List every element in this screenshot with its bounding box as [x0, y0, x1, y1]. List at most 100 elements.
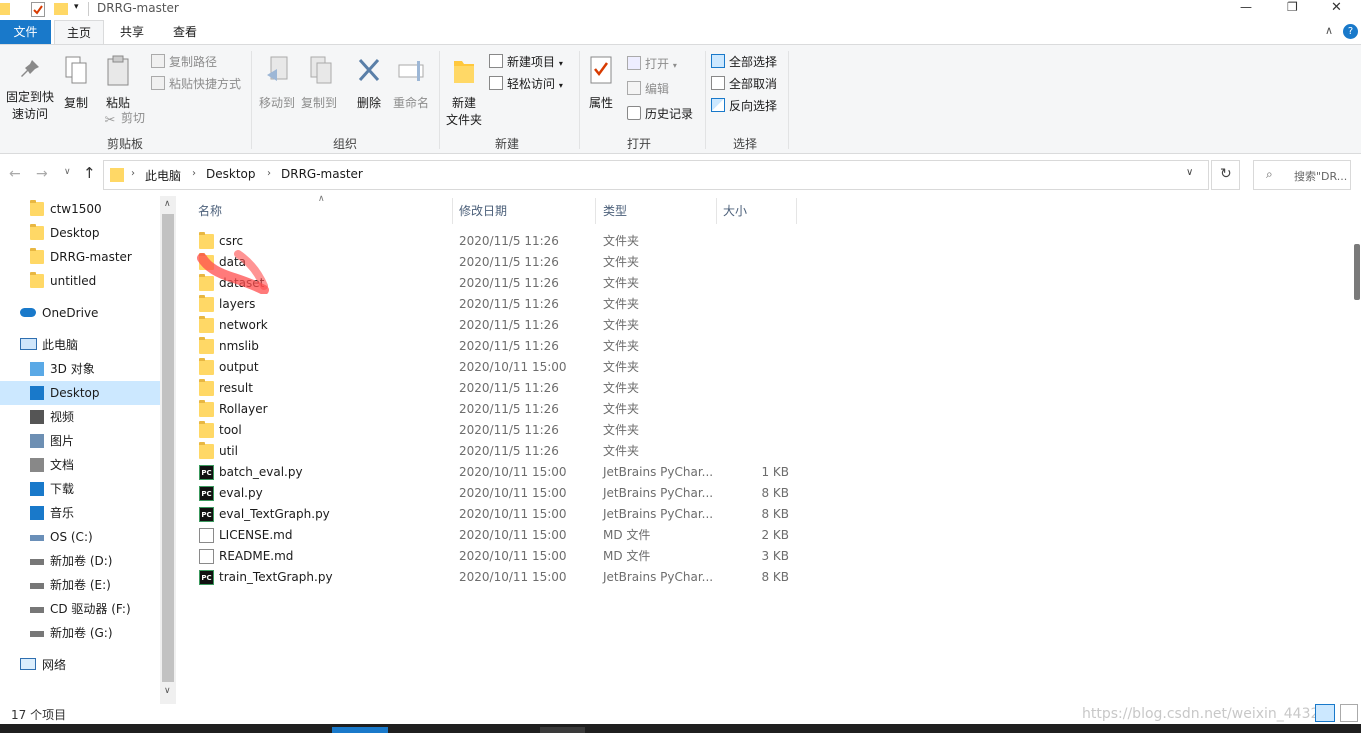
file-row[interactable]: data 2020/11/5 11:26 文件夹	[196, 252, 796, 273]
quick-properties-icon[interactable]	[31, 2, 45, 17]
file-row[interactable]: tool 2020/11/5 11:26 文件夹	[196, 420, 796, 441]
nav-item-3d-objects[interactable]: 3D 对象	[0, 357, 160, 381]
properties-button[interactable]: 属性	[584, 51, 618, 121]
nav-scroll-thumb[interactable]	[162, 214, 174, 682]
column-separator[interactable]	[716, 198, 717, 224]
quick-new-folder-icon[interactable]	[54, 3, 68, 15]
minimize-button[interactable]: —	[1240, 0, 1252, 14]
content-scroll-thumb[interactable]	[1354, 244, 1360, 300]
copy-path-button[interactable]: 复制路径	[151, 52, 217, 72]
collapse-ribbon-icon[interactable]: ∧	[1325, 24, 1333, 37]
nav-item-drive[interactable]: 新加卷 (G:)	[0, 621, 160, 645]
file-row[interactable]: LICENSE.md 2020/10/11 15:00 MD 文件 2 KB	[196, 525, 796, 546]
column-header-size[interactable]: 大小	[723, 200, 793, 222]
paste-button[interactable]: 粘贴	[100, 51, 136, 111]
nav-scrollbar[interactable]: ∧ ∨	[160, 196, 176, 704]
details-view-icon[interactable]	[1315, 704, 1335, 722]
nav-item-documents[interactable]: 文档	[0, 453, 160, 477]
column-header-name[interactable]: 名称	[198, 200, 448, 222]
close-button[interactable]: ✕	[1331, 0, 1342, 15]
nav-item-onedrive[interactable]: OneDrive	[0, 301, 160, 325]
edit-button[interactable]: 编辑	[627, 79, 669, 99]
large-icons-view-icon[interactable]	[1340, 704, 1358, 722]
paste-shortcut-button[interactable]: 粘贴快捷方式	[151, 74, 241, 94]
file-row[interactable]: network 2020/11/5 11:26 文件夹	[196, 315, 796, 336]
file-row[interactable]: PC eval_TextGraph.py 2020/10/11 15:00 JetBr…	[196, 504, 796, 525]
file-type: 文件夹	[603, 360, 640, 374]
invert-selection-button[interactable]: 反向选择	[711, 96, 777, 116]
column-separator[interactable]	[595, 198, 596, 224]
tab-file[interactable]: 文件	[0, 20, 51, 44]
nav-item-desktop[interactable]: Desktop	[0, 381, 160, 405]
move-to-button[interactable]: 移动到	[256, 51, 298, 111]
cut-button[interactable]: ✂ 剪切	[103, 108, 145, 128]
easy-access-button[interactable]: 轻松访问 ▾	[489, 74, 563, 94]
tab-share[interactable]: 共享	[107, 20, 157, 44]
select-none-button[interactable]: 全部取消	[711, 74, 777, 94]
help-icon[interactable]: ?	[1343, 24, 1358, 39]
nav-item-ctw1500[interactable]: ctw1500	[0, 197, 160, 221]
select-all-button[interactable]: 全部选择	[711, 52, 777, 72]
nav-item-os-drive[interactable]: OS (C:)	[0, 525, 160, 549]
new-item-button[interactable]: 新建项目 ▾	[489, 52, 563, 72]
address-field[interactable]: › 此电脑 › Desktop › DRRG-master ∨	[103, 160, 1209, 190]
open-button[interactable]: 打开 ▾	[627, 54, 677, 74]
breadcrumb-this-pc[interactable]: 此电脑	[145, 167, 181, 184]
nav-item-drrg-master[interactable]: DRRG-master	[0, 245, 160, 269]
tab-home[interactable]: 主页	[54, 20, 104, 45]
nav-item-pictures[interactable]: 图片	[0, 429, 160, 453]
recent-locations-icon[interactable]: ∨	[64, 167, 71, 177]
nav-item-video[interactable]: 视频	[0, 405, 160, 429]
nav-item-network[interactable]: 网络	[0, 653, 160, 677]
back-arrow-icon[interactable]: ←	[9, 166, 21, 182]
nav-item-drive[interactable]: 新加卷 (E:)	[0, 573, 160, 597]
nav-item-music[interactable]: 音乐	[0, 501, 160, 525]
file-row[interactable]: PC batch_eval.py 2020/10/11 15:00 JetBrains…	[196, 462, 796, 483]
file-row[interactable]: result 2020/11/5 11:26 文件夹	[196, 378, 796, 399]
file-row[interactable]: output 2020/10/11 15:00 文件夹	[196, 357, 796, 378]
breadcrumb-drrg-master[interactable]: DRRG-master	[281, 167, 363, 181]
column-separator[interactable]	[452, 198, 453, 224]
file-row[interactable]: layers 2020/11/5 11:26 文件夹	[196, 294, 796, 315]
delete-button[interactable]: 删除	[350, 51, 388, 121]
forward-arrow-icon[interactable]: →	[36, 166, 48, 182]
nav-item-this-pc[interactable]: 此电脑	[0, 333, 160, 357]
file-row[interactable]: README.md 2020/10/11 15:00 MD 文件 3 KB	[196, 546, 796, 567]
address-dropdown-icon[interactable]: ∨	[1186, 167, 1193, 178]
history-button[interactable]: 历史记录	[627, 104, 693, 124]
maximize-button[interactable]: ❐	[1287, 0, 1298, 14]
copy-button[interactable]: 复制	[60, 51, 92, 111]
nav-item-cd-drive[interactable]: CD 驱动器 (F:)	[0, 597, 160, 621]
nav-item-untitled[interactable]: untitled	[0, 269, 160, 293]
scroll-up-icon[interactable]: ∧	[164, 199, 171, 209]
file-row[interactable]: csrc 2020/11/5 11:26 文件夹	[196, 231, 796, 252]
file-row[interactable]: util 2020/11/5 11:26 文件夹	[196, 441, 796, 462]
breadcrumb-desktop[interactable]: Desktop	[206, 167, 256, 181]
column-header-date[interactable]: 修改日期	[459, 200, 589, 222]
file-row[interactable]: PC train_TextGraph.py 2020/10/11 15:00 JetB…	[196, 567, 796, 588]
nav-item-download[interactable]: 下载	[0, 477, 160, 501]
rename-button[interactable]: 重命名	[390, 51, 432, 111]
refresh-button[interactable]: ↻	[1211, 160, 1240, 190]
file-row[interactable]: PC eval.py 2020/10/11 15:00 JetBrains PyCha…	[196, 483, 796, 504]
file-row[interactable]: Rollayer 2020/11/5 11:26 文件夹	[196, 399, 796, 420]
up-arrow-icon[interactable]: ↑	[83, 164, 96, 182]
copy-label: 复制	[63, 96, 88, 110]
nav-item-drive[interactable]: 新加卷 (D:)	[0, 549, 160, 573]
quick-access-dropdown-icon[interactable]: ▾	[74, 2, 79, 12]
tab-view[interactable]: 查看	[160, 20, 210, 44]
file-date: 2020/10/11 15:00	[459, 507, 567, 521]
scroll-down-icon[interactable]: ∨	[164, 686, 171, 696]
file-size: 8 KB	[761, 486, 789, 500]
pin-quick-access-button[interactable]: 固定到快 速访问	[4, 51, 56, 131]
group-separator	[705, 51, 706, 149]
column-header-type[interactable]: 类型	[603, 200, 713, 222]
copy-to-button[interactable]: 复制到	[298, 51, 340, 111]
new-folder-button[interactable]: 新建 文件夹	[443, 51, 485, 131]
search-box[interactable]: ⌕ 搜索"DR...	[1253, 160, 1351, 190]
nav-item-desktop-quick[interactable]: Desktop	[0, 221, 160, 245]
content-scrollbar[interactable]	[1351, 196, 1361, 704]
column-separator[interactable]	[796, 198, 797, 224]
file-row[interactable]: nmslib 2020/11/5 11:26 文件夹	[196, 336, 796, 357]
file-row[interactable]: dataset 2020/11/5 11:26 文件夹	[196, 273, 796, 294]
